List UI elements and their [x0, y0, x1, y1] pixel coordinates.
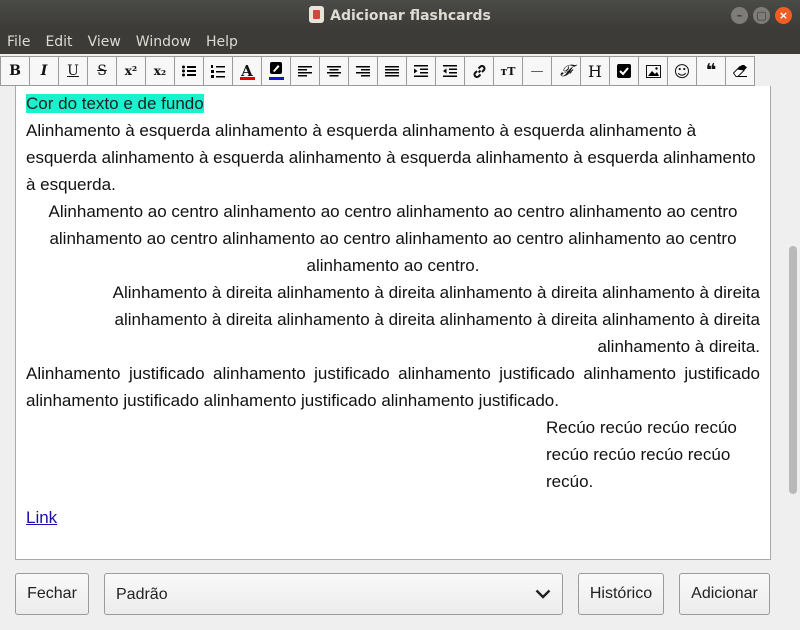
align-left-icon	[298, 65, 312, 76]
bullet-list-icon	[182, 65, 196, 77]
image-button[interactable]	[638, 56, 668, 86]
bold-icon: B	[9, 63, 21, 79]
right-aligned-paragraph: Alinhamento à direita alinhamento à dire…	[112, 283, 760, 356]
menu-file[interactable]: File	[7, 34, 30, 50]
chevron-down-icon	[535, 589, 551, 599]
strikethrough-icon: S	[97, 63, 107, 79]
deck-select[interactable]: Padrão	[104, 573, 563, 615]
eraser-button[interactable]	[725, 56, 755, 86]
align-right-icon	[356, 65, 370, 76]
editor-content[interactable]: Cor do texto e de fundo Alinhamento à es…	[26, 90, 760, 531]
center-aligned-paragraph: Alinhamento ao centro alinhamento ao cen…	[48, 202, 738, 275]
checkbox-button[interactable]	[609, 56, 639, 86]
maximize-button[interactable]: ▢	[753, 7, 770, 24]
underline-icon: U	[67, 63, 79, 79]
numbered-list-icon	[211, 64, 225, 78]
text-color-swatch	[240, 77, 255, 80]
heading-button[interactable]: H	[580, 56, 610, 86]
close-button[interactable]: Fechar	[15, 573, 89, 615]
align-center-icon	[327, 65, 341, 76]
highlighter-icon	[270, 62, 282, 74]
text-color-button[interactable]: A	[232, 56, 262, 86]
italic-icon: I	[40, 63, 48, 79]
highlight-color-button[interactable]	[261, 56, 291, 86]
emoji-icon: ☺	[673, 61, 691, 81]
indent-button[interactable]	[406, 56, 436, 86]
editor-scrollbar[interactable]	[786, 86, 800, 560]
menu-window[interactable]: Window	[136, 34, 191, 50]
emoji-button[interactable]: ☺	[667, 56, 697, 86]
colored-text-line: Cor do texto e de fundo	[26, 90, 760, 117]
minimize-button[interactable]: –	[731, 7, 748, 24]
add-button[interactable]: Adicionar	[679, 573, 770, 615]
editor-link[interactable]: Link	[26, 504, 57, 531]
window-controls: – ▢ ×	[731, 7, 792, 24]
image-icon	[645, 64, 661, 78]
link-button[interactable]	[464, 56, 494, 86]
font-size-button[interactable]: ᴛT	[493, 56, 523, 86]
close-window-button[interactable]: ×	[775, 7, 792, 24]
underline-button[interactable]: U	[58, 56, 88, 86]
font-button[interactable]: 𝓕	[551, 56, 581, 86]
outdent-icon	[443, 65, 457, 77]
add-cards-dialog: B I U S x² x₂ A ᴛT — 𝓕 H ☺ ❝ Cor do text…	[0, 54, 800, 630]
anki-app-icon	[309, 6, 325, 23]
bullet-list-button[interactable]	[174, 56, 204, 86]
horizontal-rule-button[interactable]: —	[522, 56, 552, 86]
eraser-icon	[732, 65, 747, 77]
superscript-button[interactable]: x²	[116, 56, 146, 86]
indent-icon	[414, 65, 428, 77]
align-justify-icon	[385, 65, 399, 76]
superscript-icon: x²	[124, 64, 138, 78]
deck-select-value: Padrão	[116, 586, 168, 603]
card-editor[interactable]: Cor do texto e de fundo Alinhamento à es…	[15, 86, 771, 560]
text-color-icon: A	[241, 62, 253, 80]
menu-view[interactable]: View	[88, 34, 121, 50]
link-icon	[473, 64, 485, 78]
align-center-button[interactable]	[319, 56, 349, 86]
window-title: Adicionar flashcards	[330, 8, 491, 24]
menu-bar: File Edit View Window Help	[0, 30, 800, 54]
history-button[interactable]: Histórico	[578, 573, 664, 615]
indented-paragraph: Recúo recúo recúo recúo recúo recúo recú…	[546, 418, 737, 491]
highlighted-text: Cor do texto e de fundo	[26, 94, 204, 113]
horizontal-rule-icon: —	[530, 63, 544, 79]
menu-help[interactable]: Help	[206, 34, 238, 50]
formatting-toolbar: B I U S x² x₂ A ᴛT — 𝓕 H ☺ ❝	[0, 56, 800, 86]
highlight-color-swatch	[269, 77, 284, 80]
align-left-button[interactable]	[290, 56, 320, 86]
subscript-icon: x₂	[153, 64, 167, 78]
subscript-button[interactable]: x₂	[145, 56, 175, 86]
checkbox-icon	[617, 64, 631, 78]
font-size-icon: ᴛT	[500, 64, 516, 78]
strikethrough-button[interactable]: S	[87, 56, 117, 86]
heading-icon: H	[588, 61, 602, 81]
justified-paragraph: Alinhamento justificado alinhamento just…	[26, 364, 760, 410]
menu-edit[interactable]: Edit	[45, 34, 72, 50]
scrollbar-thumb[interactable]	[789, 246, 797, 494]
align-justify-button[interactable]	[377, 56, 407, 86]
numbered-list-button[interactable]	[203, 56, 233, 86]
outdent-button[interactable]	[435, 56, 465, 86]
title-bar: Adicionar flashcards – ▢ ×	[0, 0, 800, 30]
left-aligned-paragraph: Alinhamento à esquerda alinhamento à esq…	[26, 121, 756, 194]
bold-button[interactable]: B	[0, 56, 30, 86]
italic-button[interactable]: I	[29, 56, 59, 86]
quote-icon: ❝	[705, 60, 717, 81]
blockquote-button[interactable]: ❝	[696, 56, 726, 86]
font-icon: 𝓕	[560, 61, 572, 80]
window-title-wrap: Adicionar flashcards	[0, 6, 800, 24]
align-right-button[interactable]	[348, 56, 378, 86]
